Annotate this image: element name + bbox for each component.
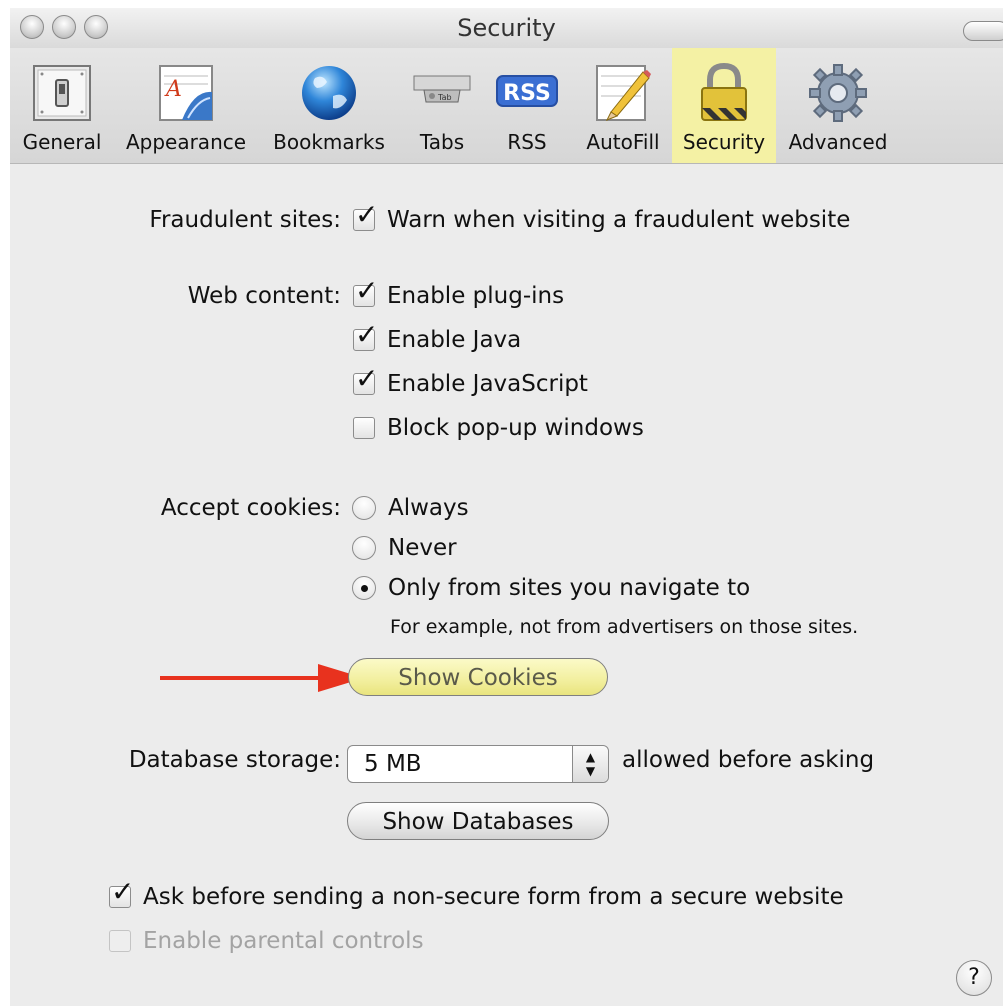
cookies-never-radio[interactable] (352, 536, 376, 560)
cookies-never-option[interactable]: Never (352, 535, 457, 561)
fraudulent-sites-label: Fraudulent sites: (149, 207, 341, 233)
enable-javascript-label: Enable JavaScript (387, 371, 588, 397)
tab-security-label: Security (682, 130, 766, 154)
help-button[interactable]: ? (956, 960, 992, 996)
tab-advanced-label: Advanced (788, 130, 888, 154)
web-content-label: Web content: (187, 283, 341, 309)
cookies-navigated-radio[interactable] (352, 576, 376, 600)
warn-fraudulent-label: Warn when visiting a fraudulent website (387, 207, 851, 233)
tab-rss-label: RSS (507, 130, 547, 154)
lock-icon (701, 62, 747, 121)
tab-tabs-label: Tabs (419, 130, 465, 154)
window-title: Security (457, 14, 556, 42)
non-secure-form-checkbox[interactable]: ✓ (109, 878, 134, 908)
warn-fraudulent-checkbox[interactable]: ✓ (353, 201, 378, 231)
checkmark-icon: ✓ (355, 198, 379, 231)
parental-controls-label: Enable parental controls (143, 928, 424, 954)
svg-text:A: A (164, 77, 182, 102)
show-databases-button[interactable]: Show Databases (347, 802, 609, 840)
cookies-always-option[interactable]: Always (352, 495, 469, 521)
checkmark-icon: ✓ (111, 875, 135, 908)
tab-bookmarks[interactable]: Bookmarks (264, 48, 394, 163)
tab-bookmarks-label: Bookmarks (273, 130, 385, 154)
svg-text:Tab: Tab (437, 93, 452, 102)
tab-icon: Tab (413, 75, 471, 103)
database-size-select[interactable]: 5 MB ▲ ▼ (347, 745, 609, 783)
database-storage-label: Database storage: (128, 747, 341, 773)
cookies-always-label: Always (388, 495, 469, 521)
cookies-always-radio[interactable] (352, 496, 376, 520)
font-icon: A (159, 65, 213, 121)
accept-cookies-label: Accept cookies: (160, 495, 341, 521)
checkmark-icon: ✓ (355, 318, 379, 351)
security-panel: Fraudulent sites: ✓ Warn when visiting a… (10, 164, 1003, 1006)
parental-controls-checkbox (109, 930, 131, 952)
enable-java-label: Enable Java (387, 327, 522, 353)
gear-icon (809, 64, 867, 122)
tab-advanced[interactable]: Advanced (780, 48, 896, 163)
non-secure-form-label: Ask before sending a non-secure form fro… (143, 884, 844, 910)
cookies-note: For example, not from advertisers on tho… (390, 616, 859, 638)
tab-tabs[interactable]: Tab Tabs (404, 48, 480, 163)
title-bar: Security (10, 8, 1003, 49)
enable-plugins-checkbox[interactable]: ✓ (353, 277, 378, 307)
toolbar-toggle-button[interactable] (963, 21, 1003, 41)
globe-icon (302, 66, 356, 120)
non-secure-form-option[interactable]: ✓ Ask before sending a non-secure form f… (109, 878, 844, 910)
cookies-never-label: Never (388, 535, 457, 561)
cookies-navigated-label: Only from sites you navigate to (388, 575, 751, 601)
parental-controls-option: Enable parental controls (109, 928, 424, 954)
tab-general[interactable]: General (12, 48, 112, 163)
tab-rss[interactable]: RSS RSS (490, 48, 564, 163)
enable-javascript-checkbox[interactable]: ✓ (353, 365, 378, 395)
tab-appearance-label: Appearance (125, 130, 247, 154)
block-popups-option[interactable]: Block pop-up windows (353, 415, 644, 441)
block-popups-checkbox[interactable] (353, 417, 375, 439)
svg-text:RSS: RSS (503, 81, 551, 106)
enable-java-option[interactable]: ✓ Enable Java (353, 321, 522, 353)
red-arrow-icon (160, 664, 364, 692)
tab-autofill-label: AutoFill (586, 130, 660, 154)
tab-appearance[interactable]: A Appearance (116, 48, 256, 163)
cookies-navigated-option[interactable]: Only from sites you navigate to (352, 575, 750, 601)
tab-general-label: General (22, 130, 102, 154)
checkmark-icon: ✓ (355, 274, 379, 307)
preferences-window: Security General A Appearance Bookmarks … (10, 8, 1003, 1006)
enable-plugins-label: Enable plug-ins (387, 283, 565, 309)
checkmark-icon: ✓ (355, 362, 379, 395)
database-size-value: 5 MB (364, 751, 422, 777)
tab-autofill[interactable]: AutoFill (576, 48, 670, 163)
rss-icon: RSS (496, 75, 558, 107)
warn-fraudulent-option[interactable]: ✓ Warn when visiting a fraudulent websit… (353, 201, 851, 233)
pencil-icon (596, 65, 651, 121)
tab-security[interactable]: Security (672, 48, 776, 163)
enable-plugins-option[interactable]: ✓ Enable plug-ins (353, 277, 565, 309)
enable-javascript-option[interactable]: ✓ Enable JavaScript (353, 365, 588, 397)
block-popups-label: Block pop-up windows (387, 415, 644, 441)
show-cookies-button[interactable]: Show Cookies (348, 658, 608, 696)
database-suffix: allowed before asking (622, 747, 875, 773)
preferences-toolbar: General A Appearance Bookmarks Tab Tabs … (10, 48, 1003, 164)
radio-selected-dot (361, 585, 368, 592)
switch-icon (33, 65, 91, 121)
updown-arrows-icon[interactable]: ▲ ▼ (572, 746, 608, 782)
enable-java-checkbox[interactable]: ✓ (353, 321, 378, 351)
